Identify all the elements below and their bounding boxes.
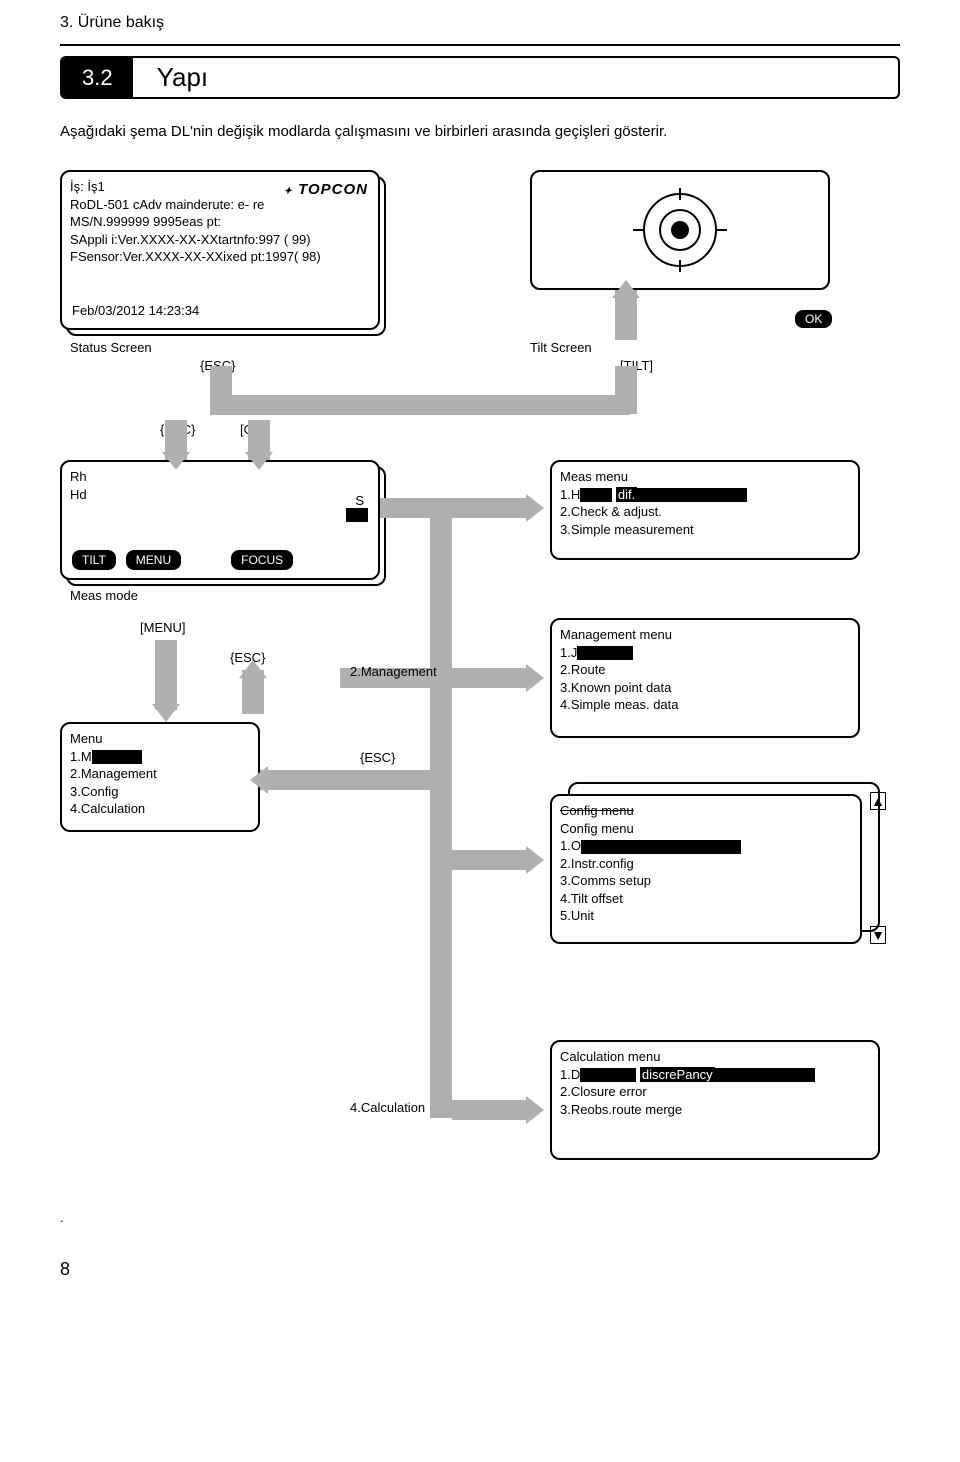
main-menu-item: 2.Management bbox=[70, 765, 250, 783]
arrow bbox=[210, 395, 630, 415]
arrow-head bbox=[526, 1096, 544, 1124]
mgmt-menu-item: 2.Route bbox=[560, 661, 850, 679]
config-menu-title: Config menu bbox=[560, 820, 852, 838]
trailing-dot: . bbox=[60, 1210, 64, 1225]
section-bar: 3.2 Yapı bbox=[60, 56, 900, 99]
config-menu-item: 5.Unit bbox=[560, 907, 852, 925]
config-strike: Config menu bbox=[560, 802, 852, 820]
arrow bbox=[452, 668, 532, 688]
status-line: SAppli i:Ver.XXXX-XX-XXtartnfo:997 ( 99) bbox=[70, 231, 370, 249]
mgmt-menu-title: Management menu bbox=[560, 626, 850, 644]
mgmt-menu-item: 3.Known point data bbox=[560, 679, 850, 697]
arrow-head bbox=[612, 280, 640, 298]
arrow-head bbox=[250, 766, 268, 794]
config-menu-box: Config menu Config menu 1.O 2.Instr.conf… bbox=[550, 794, 862, 944]
chip-focus: FOCUS bbox=[231, 550, 293, 570]
bullseye-icon bbox=[605, 185, 755, 275]
arrow-head bbox=[239, 660, 267, 678]
arrow bbox=[260, 770, 430, 790]
diagram: İş: İş1 RoDL-501 cAdv mainderute: e- re … bbox=[60, 170, 900, 1250]
meas-menu-item: 1.H dif. bbox=[560, 486, 850, 504]
status-screen-box: İş: İş1 RoDL-501 cAdv mainderute: e- re … bbox=[60, 170, 380, 330]
arrow bbox=[452, 498, 532, 518]
brand-logo: TOPCON bbox=[298, 181, 368, 198]
mgmt-menu-item: 4.Simple meas. data bbox=[560, 696, 850, 714]
arrow bbox=[452, 850, 532, 870]
section-label: Yapı bbox=[133, 58, 233, 97]
section-number: 3.2 bbox=[62, 58, 133, 97]
config-menu-item: 4.Tilt offset bbox=[560, 890, 852, 908]
main-menu-box: Menu 1.M 2.Management 3.Config 4.Calcula… bbox=[60, 722, 260, 832]
page-number: 8 bbox=[60, 1259, 70, 1280]
status-line: MS/N.999999 9995eas pt: bbox=[70, 213, 370, 231]
ok-badge: OK bbox=[795, 310, 832, 328]
menu-tag: [MENU] bbox=[140, 620, 186, 635]
arrow-head bbox=[245, 452, 273, 470]
scroll-up-icon: ▲ bbox=[870, 792, 886, 810]
tilt-screen-box bbox=[530, 170, 830, 290]
calc-menu-item: 1.D discrePancy bbox=[560, 1066, 870, 1084]
mgmt-menu-item: 1.J bbox=[560, 644, 850, 662]
calc-menu-title: Calculation menu bbox=[560, 1048, 870, 1066]
divider bbox=[60, 44, 900, 46]
arrow-head bbox=[152, 704, 180, 722]
arrow-head bbox=[526, 664, 544, 692]
route-esc2: {ESC} bbox=[360, 750, 395, 765]
arrow-head bbox=[162, 452, 190, 470]
config-menu-item: 2.Instr.config bbox=[560, 855, 852, 873]
calc-menu-item: 2.Closure error bbox=[560, 1083, 870, 1101]
intro-text: Aşağıdaki şema DL'nin değişik modlarda ç… bbox=[60, 123, 900, 140]
meas-menu-box: Meas menu 1.H dif. 2.Check & adjust. 3.S… bbox=[550, 460, 860, 560]
main-menu-item: 1.M bbox=[70, 748, 250, 766]
calc-menu-box: Calculation menu 1.D discrePancy 2.Closu… bbox=[550, 1040, 880, 1160]
status-datetime: Feb/03/2012 14:23:34 bbox=[72, 302, 199, 320]
chapter-title: 3. Ürüne bakış bbox=[60, 14, 900, 32]
mgmt-menu-box: Management menu 1.J 2.Route 3.Known poin… bbox=[550, 618, 860, 738]
meas-menu-item: 2.Check & adjust. bbox=[560, 503, 850, 521]
signal-icon bbox=[346, 508, 368, 522]
arrow bbox=[615, 366, 637, 414]
config-menu-item: 3.Comms setup bbox=[560, 872, 852, 890]
meas-menu-item: 3.Simple measurement bbox=[560, 521, 850, 539]
chip-menu: MENU bbox=[126, 550, 181, 570]
main-menu-title: Menu bbox=[70, 730, 250, 748]
config-menu-item: 1.O bbox=[560, 837, 852, 855]
arrow-head bbox=[526, 494, 544, 522]
scroll-down-icon: ▼ bbox=[870, 926, 886, 944]
arrow bbox=[452, 1100, 532, 1120]
arrow-head bbox=[526, 846, 544, 874]
tilt-caption: Tilt Screen bbox=[530, 340, 592, 355]
main-menu-item: 4.Calculation bbox=[70, 800, 250, 818]
status-caption: Status Screen bbox=[70, 340, 152, 355]
meas-hd: Hd bbox=[70, 486, 370, 504]
meas-s: S bbox=[355, 492, 364, 510]
branch-calc: 4.Calculation bbox=[350, 1100, 425, 1115]
status-line: FSensor:Ver.XXXX-XX-XXixed pt:1997( 98) bbox=[70, 248, 370, 266]
arrow bbox=[155, 640, 177, 710]
meas-rh: Rh bbox=[70, 468, 370, 486]
calc-menu-item: 3.Reobs.route merge bbox=[560, 1101, 870, 1119]
brand-icon: ✦ bbox=[284, 186, 293, 197]
meas-menu-title: Meas menu bbox=[560, 468, 850, 486]
meas-caption: Meas mode bbox=[70, 588, 138, 603]
main-menu-item: 3.Config bbox=[70, 783, 250, 801]
chip-tilt: TILT bbox=[72, 550, 116, 570]
arrow bbox=[430, 498, 452, 1118]
meas-mode-box: Rh Hd S TILT MENU FOCUS bbox=[60, 460, 380, 580]
branch-mgmt: 2.Management bbox=[350, 664, 437, 679]
